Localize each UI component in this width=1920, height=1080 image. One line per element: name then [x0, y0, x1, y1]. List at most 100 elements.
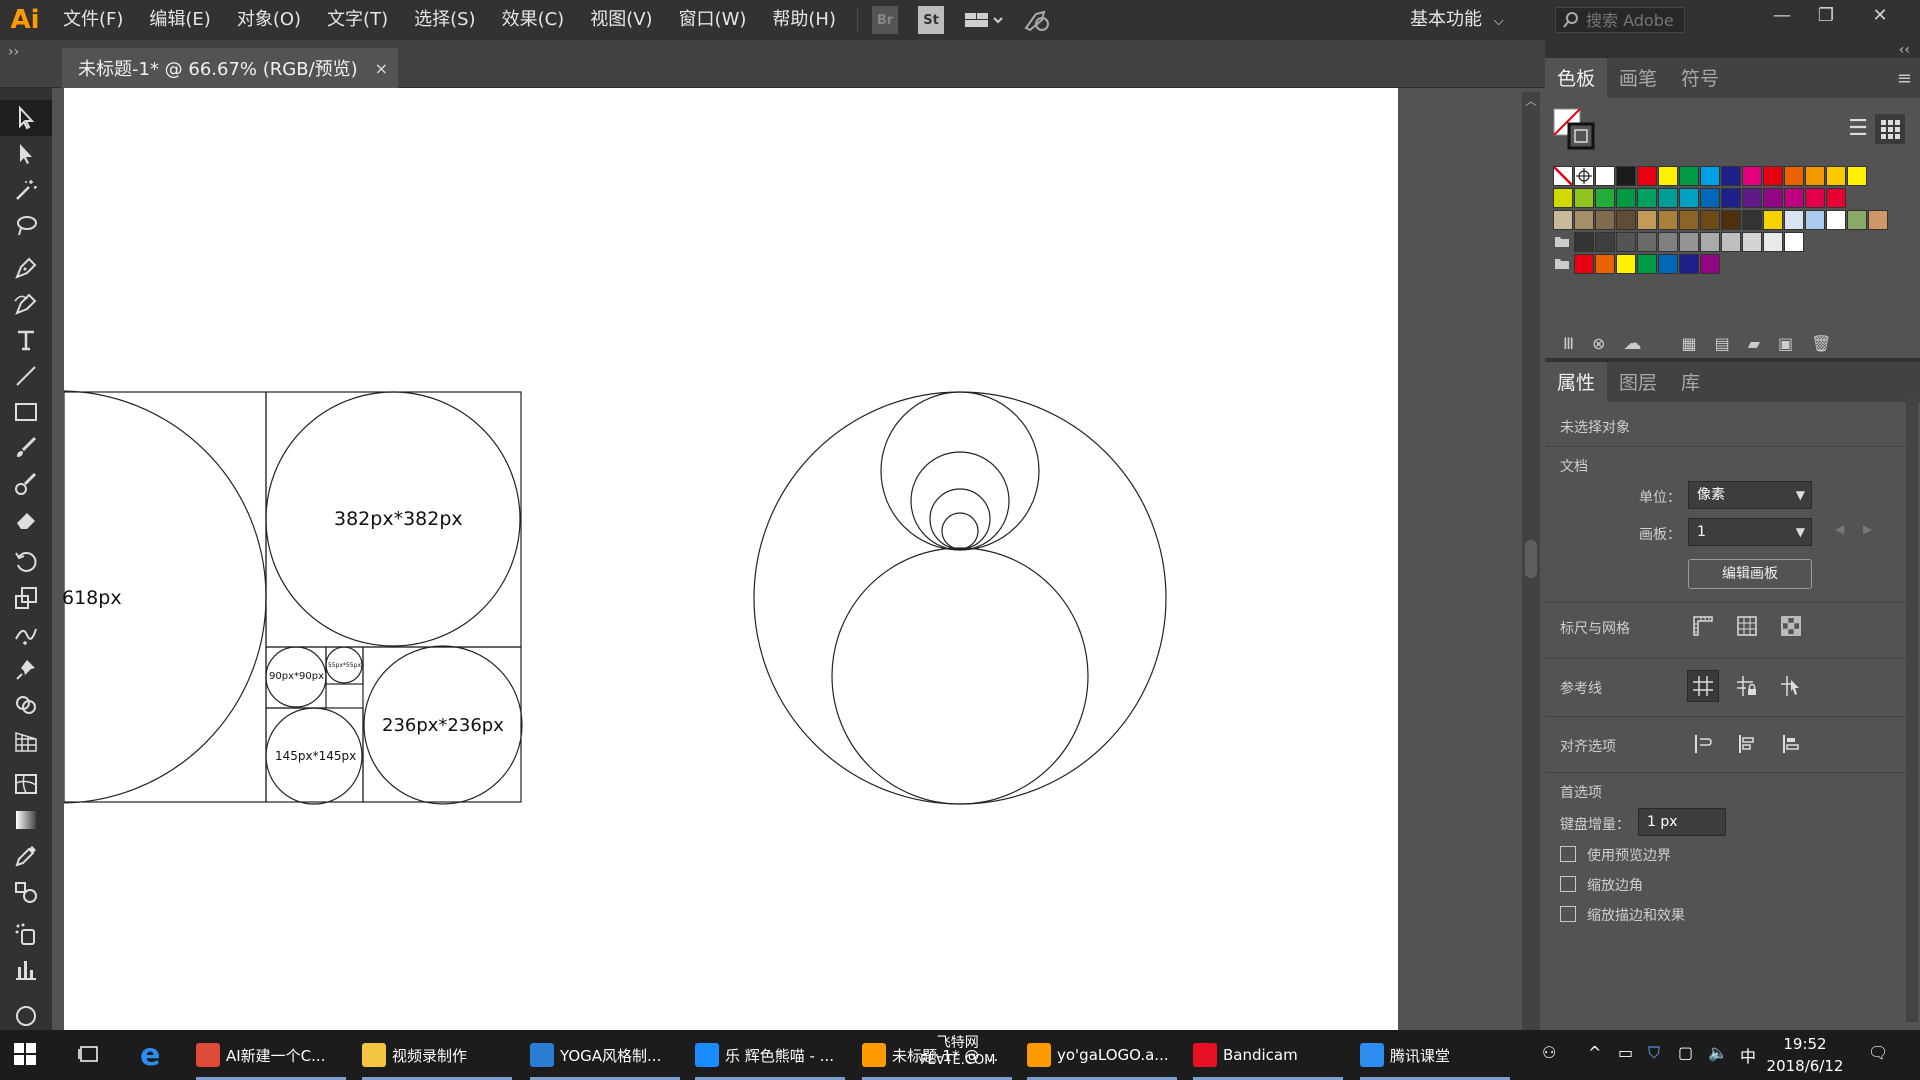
stock-button[interactable]: St — [918, 6, 944, 34]
color-swatch[interactable] — [1847, 166, 1867, 186]
color-swatch[interactable] — [1700, 188, 1720, 208]
gpu-performance-button[interactable] — [1022, 6, 1052, 34]
color-swatch[interactable] — [1679, 232, 1699, 252]
symbol-sprayer-tool[interactable] — [0, 916, 52, 952]
color-swatch[interactable] — [1805, 210, 1825, 230]
gradient-tool[interactable] — [0, 802, 52, 838]
swatch-libraries-icon[interactable]: Ⅲ — [1563, 334, 1574, 353]
head-inner-circle-2[interactable] — [929, 488, 991, 550]
workspace-switcher[interactable]: 基本功能 ⌵ — [1410, 0, 1504, 40]
scale-corners-checkbox[interactable] — [1560, 876, 1576, 892]
rotate-tool[interactable] — [0, 544, 52, 580]
tab-layers[interactable]: 图层 — [1607, 362, 1669, 402]
tab-properties[interactable]: 属性 — [1545, 362, 1608, 402]
color-swatch[interactable] — [1805, 166, 1825, 186]
color-swatch[interactable] — [1616, 254, 1636, 274]
edit-artboards-button[interactable]: 编辑画板 — [1688, 559, 1812, 589]
eraser-tool[interactable] — [0, 502, 52, 538]
head-inner-circle-3[interactable] — [941, 512, 979, 550]
smart-guides-toggle[interactable] — [1775, 670, 1807, 702]
color-swatch[interactable] — [1721, 232, 1741, 252]
next-artboard-icon[interactable]: ▶ — [1863, 522, 1872, 536]
color-swatch[interactable] — [1637, 254, 1657, 274]
direct-selection-tool[interactable] — [0, 136, 52, 172]
search-box[interactable] — [1555, 7, 1685, 33]
paintbrush-tool[interactable] — [0, 430, 52, 466]
column-graph-tool[interactable] — [0, 952, 52, 988]
color-swatch[interactable] — [1595, 166, 1615, 186]
line-segment-tool[interactable] — [0, 358, 52, 394]
color-swatch[interactable] — [1784, 188, 1804, 208]
color-swatch[interactable] — [1742, 166, 1762, 186]
blob-brush-tool[interactable] — [0, 466, 52, 502]
fill-stroke-indicator[interactable] — [1553, 108, 1597, 152]
tab-brushes[interactable]: 画笔 — [1607, 58, 1669, 98]
color-group-icon[interactable]: ▦ — [1681, 334, 1696, 353]
color-swatch[interactable] — [1637, 166, 1657, 186]
menu-help[interactable]: 帮助(H) — [759, 0, 849, 40]
color-swatch[interactable] — [1847, 210, 1867, 230]
search-input[interactable] — [1586, 10, 1676, 30]
people-icon[interactable]: ⚇ — [1542, 1043, 1556, 1062]
canvas-area[interactable]: 618px 382px*382px 236px*236px 145px*145p… — [52, 88, 1545, 1030]
color-swatch[interactable] — [1700, 166, 1720, 186]
color-swatch[interactable] — [1637, 232, 1657, 252]
swatch-options-icon[interactable]: ▤ — [1715, 334, 1730, 353]
color-swatch[interactable] — [1700, 254, 1720, 274]
color-swatch[interactable] — [1721, 210, 1741, 230]
color-swatch[interactable] — [1658, 254, 1678, 274]
use-preview-bounds-checkbox[interactable] — [1560, 846, 1576, 862]
color-swatch[interactable] — [1658, 166, 1678, 186]
collapse-toolbar-button[interactable]: ›› — [8, 44, 19, 60]
align-to-artboard-button[interactable] — [1775, 728, 1807, 760]
selection-tool[interactable] — [0, 100, 52, 136]
taskbar-app[interactable]: 乐 辉色熊喵 - ... — [695, 1030, 845, 1080]
body-circle[interactable] — [831, 547, 1089, 805]
system-clock[interactable]: 19:52 2018/6/12 — [1760, 1033, 1850, 1077]
task-view-button[interactable] — [78, 1043, 100, 1069]
unit-dropdown[interactable]: 像素 ▼ — [1688, 481, 1812, 509]
rectangle-tool[interactable] — [0, 394, 52, 430]
color-swatch[interactable] — [1574, 232, 1594, 252]
color-swatch[interactable] — [1763, 210, 1783, 230]
taskbar-app[interactable]: YOGA风格制... — [530, 1030, 680, 1080]
canvas-vertical-scrollbar[interactable]: ︿ — [1522, 92, 1540, 1030]
color-swatch[interactable] — [1616, 210, 1636, 230]
color-swatch[interactable] — [1784, 166, 1804, 186]
puppet-warp-tool[interactable] — [0, 652, 52, 688]
scroll-up-arrow-icon[interactable]: ︿ — [1522, 92, 1540, 109]
taskbar-app[interactable]: AI新建一个C... — [196, 1030, 346, 1080]
mesh-tool[interactable] — [0, 766, 52, 802]
color-swatch[interactable] — [1805, 188, 1825, 208]
color-swatch[interactable] — [1763, 188, 1783, 208]
battery-icon[interactable]: ▭ — [1618, 1043, 1633, 1062]
eyedropper-tool[interactable] — [0, 838, 52, 874]
transparency-grid-toggle[interactable] — [1775, 610, 1807, 642]
head-inner-circle-1[interactable] — [910, 451, 1010, 551]
blend-tool[interactable] — [0, 874, 52, 910]
swatch-group-folder[interactable] — [1553, 232, 1573, 252]
artboard[interactable]: 618px 382px*382px 236px*236px 145px*145p… — [62, 88, 1398, 1030]
color-swatch[interactable] — [1658, 232, 1678, 252]
chevron-up-icon[interactable]: ^ — [1588, 1043, 1601, 1062]
collapse-panels-button[interactable]: ‹‹ — [1899, 42, 1910, 58]
start-button[interactable] — [14, 1043, 36, 1069]
type-tool[interactable] — [0, 322, 52, 358]
perspective-grid-tool[interactable] — [0, 724, 52, 760]
show-guides-toggle[interactable] — [1687, 670, 1719, 702]
color-swatch[interactable] — [1616, 166, 1636, 186]
head-circle[interactable] — [880, 391, 1040, 551]
color-swatch[interactable] — [1574, 188, 1594, 208]
color-swatch[interactable] — [1763, 232, 1783, 252]
color-swatch[interactable] — [1595, 232, 1615, 252]
prev-artboard-icon[interactable]: ◀ — [1835, 522, 1844, 536]
network-icon[interactable]: ▢ — [1678, 1043, 1693, 1062]
close-window-button[interactable]: ✕ — [1860, 0, 1900, 30]
volume-icon[interactable]: 🔈 — [1708, 1043, 1728, 1062]
color-swatch[interactable] — [1742, 232, 1762, 252]
tab-swatches[interactable]: 色板 — [1545, 58, 1608, 98]
swatch-registration[interactable] — [1574, 166, 1594, 186]
color-swatch[interactable] — [1679, 166, 1699, 186]
color-swatch[interactable] — [1826, 188, 1846, 208]
pen-tool[interactable] — [0, 250, 52, 286]
